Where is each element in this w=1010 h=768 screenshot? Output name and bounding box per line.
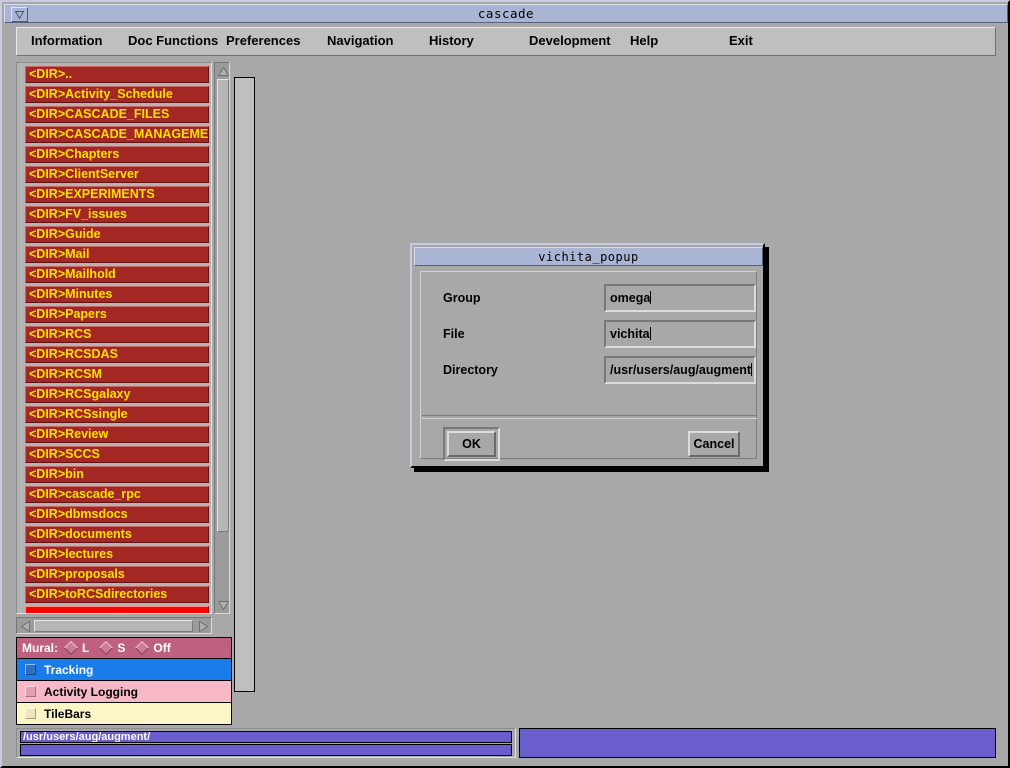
dialog-body: Group omega File vichita Directory /usr/… — [420, 271, 758, 461]
directory-list-item[interactable] — [25, 606, 209, 613]
mural-radio-off[interactable]: Off — [135, 640, 171, 656]
titlebar: cascade — [4, 4, 1008, 23]
vertical-scrollbar-thumb[interactable] — [217, 79, 229, 532]
scroll-right-button[interactable] — [196, 619, 210, 633]
directory-list-item[interactable]: <DIR>RCSgalaxy — [25, 386, 209, 403]
radio-diamond-icon — [63, 640, 79, 656]
scroll-left-button[interactable] — [18, 619, 32, 633]
mural-radio-l[interactable]: L — [63, 640, 90, 656]
mural-option-row: Mural: L S Off — [16, 637, 232, 659]
directory-list-item[interactable]: <DIR>Minutes — [25, 286, 209, 303]
directory-list-item[interactable]: <DIR>documents — [25, 526, 209, 543]
text-caret — [751, 363, 753, 376]
cancel-button[interactable]: Cancel — [688, 431, 740, 457]
directory-list-item[interactable]: <DIR>Guide — [25, 226, 209, 243]
status-bar-right[interactable] — [519, 728, 996, 758]
dialog-title: vichita_popup — [414, 247, 763, 266]
field-row-directory: Directory /usr/users/aug/augment — [421, 356, 758, 386]
directory-input[interactable]: /usr/users/aug/augment — [604, 356, 756, 384]
triangle-up-icon — [217, 66, 229, 76]
menu-item-development[interactable]: Development — [529, 33, 611, 48]
directory-list-vertical-scrollbar[interactable] — [214, 62, 230, 614]
radio-diamond-icon — [99, 640, 114, 656]
vichita-popup-dialog: vichita_popup Group omega File vichita D… — [410, 243, 765, 468]
directory-list-item[interactable]: <DIR>Chapters — [25, 146, 209, 163]
directory-list[interactable]: <DIR>.. <DIR>Activity_Schedule <DIR>CASCAD… — [16, 62, 212, 614]
directory-input-value: /usr/users/aug/augment — [610, 363, 752, 377]
directory-list-item[interactable]: <DIR>proposals — [25, 566, 209, 583]
directory-list-item[interactable]: <DIR>toRCSdirectories — [25, 586, 209, 603]
status-path-text[interactable]: /usr/users/aug/augment/ — [20, 731, 512, 743]
mural-radio-l-label: L — [82, 641, 90, 655]
side-panel — [234, 77, 255, 692]
checkbox-icon — [25, 686, 36, 697]
directory-list-item[interactable]: <DIR>Review — [25, 426, 209, 443]
text-caret — [650, 291, 652, 304]
directory-list-item[interactable]: <DIR>Activity_Schedule — [25, 86, 209, 103]
file-input-value: vichita — [610, 327, 650, 341]
scroll-up-button[interactable] — [216, 64, 230, 78]
menu-item-navigation[interactable]: Navigation — [327, 33, 393, 48]
menu-item-history[interactable]: History — [429, 33, 474, 48]
directory-list-item[interactable]: <DIR>CASCADE_FILES — [25, 106, 209, 123]
menu-item-doc-functions[interactable]: Doc Functions — [128, 33, 218, 48]
triangle-down-icon — [217, 600, 229, 610]
toggle-tracking-label: Tracking — [44, 662, 94, 677]
radio-diamond-icon — [135, 640, 150, 656]
menu-item-information[interactable]: Information — [31, 33, 103, 48]
checkbox-icon — [25, 708, 36, 719]
directory-list-item[interactable]: <DIR>RCSDAS — [25, 346, 209, 363]
application-window: cascade Information Doc Functions Preferen… — [0, 0, 1010, 768]
menu-item-preferences[interactable]: Preferences — [226, 33, 300, 48]
mural-label: Mural: — [22, 641, 58, 655]
directory-list-item[interactable]: <DIR>CASCADE_MANAGEMEN — [25, 126, 209, 143]
checkbox-icon — [25, 664, 36, 675]
menu-item-help[interactable]: Help — [630, 33, 658, 48]
menubar: Information Doc Functions Preferences Navig… — [16, 27, 996, 56]
mural-radio-off-label: Off — [153, 641, 171, 655]
text-caret — [649, 327, 651, 340]
ok-button[interactable]: OK — [447, 431, 496, 457]
triangle-left-icon — [20, 620, 30, 632]
file-input[interactable]: vichita — [604, 320, 756, 348]
directory-list-item[interactable]: <DIR>bin — [25, 466, 209, 483]
group-label: Group — [443, 291, 481, 305]
status-bar-left: /usr/users/aug/augment/ — [16, 728, 516, 758]
group-input-value: omega — [610, 291, 651, 305]
group-input[interactable]: omega — [604, 284, 756, 312]
menu-item-exit[interactable]: Exit — [729, 33, 753, 48]
scroll-down-button[interactable] — [216, 598, 230, 612]
directory-list-item[interactable]: <DIR>cascade_rpc — [25, 486, 209, 503]
status-secondary-field[interactable] — [20, 744, 512, 756]
directory-list-item[interactable]: <DIR>EXPERIMENTS — [25, 186, 209, 203]
directory-list-item[interactable]: <DIR>lectures — [25, 546, 209, 563]
file-label: File — [443, 327, 465, 341]
directory-list-item[interactable]: <DIR>SCCS — [25, 446, 209, 463]
directory-list-item[interactable]: <DIR>RCS — [25, 326, 209, 343]
directory-list-item[interactable]: <DIR>RCSsingle — [25, 406, 209, 423]
directory-list-item[interactable]: <DIR>Papers — [25, 306, 209, 323]
directory-list-item[interactable]: <DIR>Mail — [25, 246, 209, 263]
directory-list-item[interactable]: <DIR>ClientServer — [25, 166, 209, 183]
directory-list-item[interactable]: <DIR>RCSM — [25, 366, 209, 383]
mural-radio-s-label: S — [117, 641, 126, 655]
toggle-tracking[interactable]: Tracking — [16, 659, 232, 681]
directory-list-item[interactable]: <DIR>FV_issues — [25, 206, 209, 223]
field-row-group: Group omega — [421, 284, 758, 314]
toggle-activity-logging-label: Activity Logging — [44, 684, 138, 699]
directory-list-item[interactable]: <DIR>.. — [25, 66, 209, 83]
dialog-separator — [422, 415, 757, 419]
directory-label: Directory — [443, 363, 498, 377]
directory-list-horizontal-scrollbar[interactable] — [16, 617, 212, 634]
directory-list-item[interactable]: <DIR>Mailhold — [25, 266, 209, 283]
toggle-activity-logging[interactable]: Activity Logging — [16, 681, 232, 703]
mural-radio-s[interactable]: S — [99, 640, 126, 656]
horizontal-scrollbar-thumb[interactable] — [34, 620, 193, 632]
window-title: cascade — [477, 6, 535, 21]
toggle-tilebars[interactable]: TileBars — [16, 703, 232, 725]
toggle-tilebars-label: TileBars — [44, 706, 92, 721]
directory-list-item[interactable]: <DIR>dbmsdocs — [25, 506, 209, 523]
triangle-right-icon — [198, 620, 208, 632]
field-row-file: File vichita — [421, 320, 758, 350]
